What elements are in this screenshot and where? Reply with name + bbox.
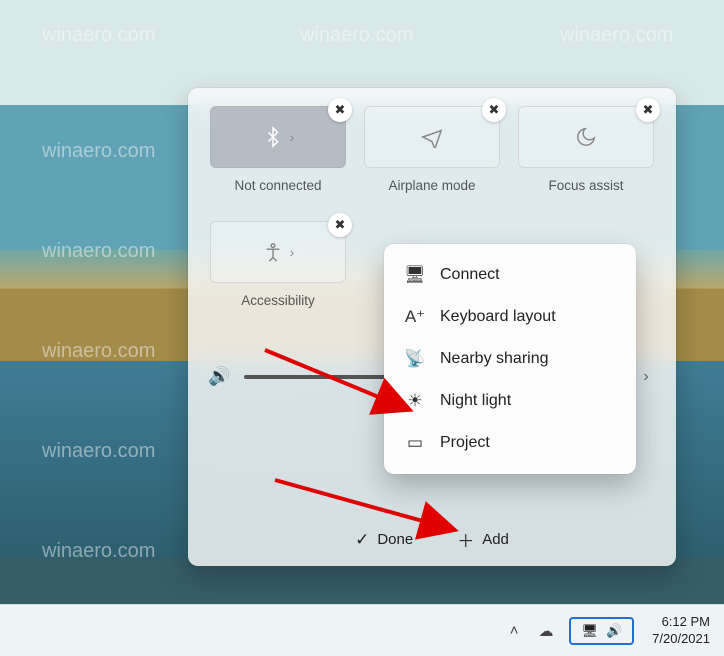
- add-label: Add: [482, 531, 509, 548]
- add-menu-popup: 🖥 Connect A⁺ Keyboard layout 📡 Nearby sh…: [384, 244, 636, 474]
- menu-item-label: Nearby sharing: [440, 350, 549, 368]
- nightlight-icon: ☀: [404, 391, 426, 411]
- add-menu-item-project[interactable]: ▭ Project: [390, 422, 630, 464]
- chevron-right-icon: ›: [290, 129, 295, 145]
- tile-label: Airplane mode: [388, 178, 475, 193]
- done-button[interactable]: ✓ Done: [355, 527, 413, 552]
- add-menu-item-connect[interactable]: 🖥 Connect: [390, 254, 630, 296]
- add-menu-item-keyboard[interactable]: A⁺ Keyboard layout: [390, 296, 630, 338]
- bluetooth-toggle[interactable]: ›: [210, 106, 346, 168]
- chevron-right-icon: ›: [290, 244, 295, 260]
- keyboard-icon: A⁺: [404, 307, 426, 327]
- menu-item-label: Night light: [440, 392, 511, 410]
- connect-icon: 🖥: [404, 265, 426, 285]
- unpin-icon[interactable]: ✖: [636, 98, 660, 122]
- panel-footer: ✓ Done ＋ Add: [188, 527, 676, 552]
- menu-item-label: Project: [440, 434, 490, 452]
- project-icon: ▭: [404, 433, 426, 453]
- clock[interactable]: 6:12 PM 7/20/2021: [652, 614, 710, 647]
- speaker-icon: 🔊: [208, 366, 230, 387]
- taskbar: ˄ ☁ 🖥 🔊 6:12 PM 7/20/2021: [0, 604, 724, 656]
- tray-overflow-chevron[interactable]: ˄: [506, 618, 523, 643]
- tile-label: Focus assist: [548, 178, 623, 193]
- accessibility-icon: [262, 241, 284, 263]
- add-button[interactable]: ＋ Add: [457, 527, 509, 552]
- tile-airplane: ✖ Airplane mode: [362, 106, 502, 193]
- tile-label: Not connected: [234, 178, 321, 193]
- bluetooth-icon: [262, 126, 284, 148]
- airplane-icon: [421, 126, 443, 148]
- add-menu-item-nightlight[interactable]: ☀ Night light: [390, 380, 630, 422]
- onedrive-icon[interactable]: ☁: [534, 618, 557, 644]
- focus-toggle[interactable]: [518, 106, 654, 168]
- tile-label: Accessibility: [241, 293, 315, 308]
- moon-icon: [575, 126, 597, 148]
- clock-date: 7/20/2021: [652, 631, 710, 647]
- menu-item-label: Connect: [440, 266, 500, 284]
- plus-icon: ＋: [457, 527, 474, 552]
- tray-quick-settings[interactable]: 🖥 🔊: [569, 617, 634, 645]
- done-label: Done: [377, 531, 413, 548]
- clock-time: 6:12 PM: [652, 614, 710, 630]
- unpin-icon[interactable]: ✖: [328, 213, 352, 237]
- accessibility-toggle[interactable]: ›: [210, 221, 346, 283]
- audio-output-chevron[interactable]: ›: [636, 368, 656, 386]
- add-menu-item-nearby[interactable]: 📡 Nearby sharing: [390, 338, 630, 380]
- tile-accessibility: › ✖ Accessibility: [208, 221, 348, 308]
- speaker-icon: 🔊: [606, 623, 622, 639]
- unpin-icon[interactable]: ✖: [482, 98, 506, 122]
- tile-bluetooth: › ✖ Not connected: [208, 106, 348, 193]
- check-icon: ✓: [355, 530, 369, 550]
- airplane-toggle[interactable]: [364, 106, 500, 168]
- unpin-icon[interactable]: ✖: [328, 98, 352, 122]
- tile-grid: › ✖ Not connected ✖ Airplane mode ✖ Focu…: [208, 106, 656, 193]
- network-icon: 🖥: [581, 623, 598, 639]
- nearby-icon: 📡: [404, 349, 426, 369]
- tile-focus: ✖ Focus assist: [516, 106, 656, 193]
- menu-item-label: Keyboard layout: [440, 308, 556, 326]
